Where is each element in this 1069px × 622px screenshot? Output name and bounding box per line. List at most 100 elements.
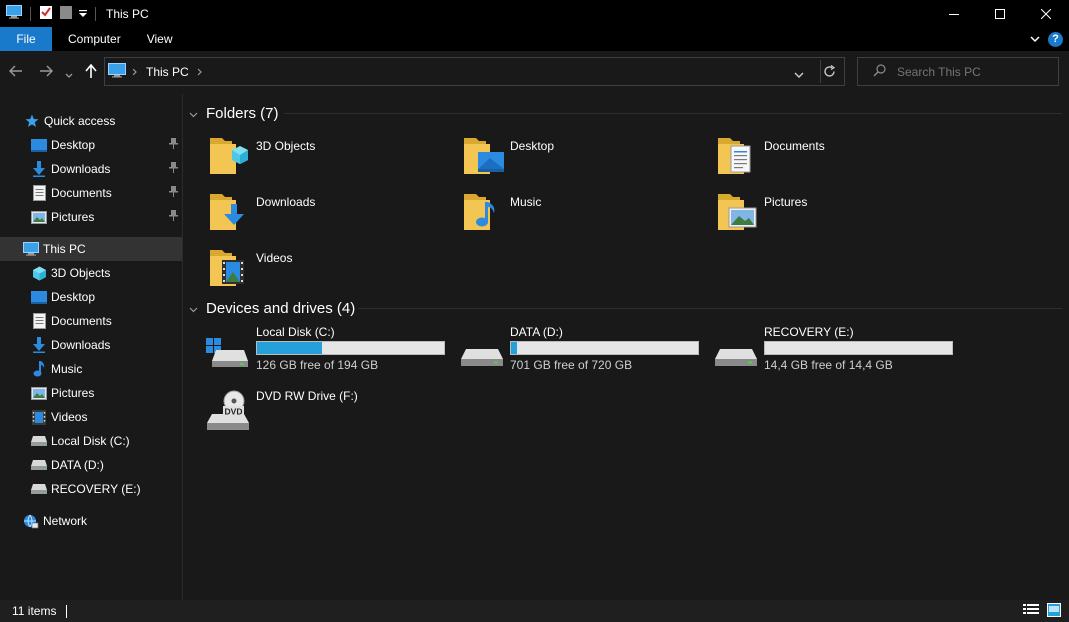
address-divider [820,60,821,83]
pin-icon[interactable] [169,162,178,176]
folder-tile[interactable]: Downloads [206,188,446,240]
this-pc-icon [108,62,126,81]
folder-tile[interactable]: Desktop [460,132,700,184]
help-button[interactable]: ? [1048,31,1063,47]
title-bar: This PC [0,0,1069,27]
sidebar-item-desktop-pinned[interactable]: Desktop [0,133,182,157]
address-history-chevron-icon[interactable] [794,68,804,82]
large-icons-view-icon[interactable] [1047,603,1061,620]
ribbon-tabs: File Computer View ? [0,27,1069,51]
content-pane: Folders (7) 3D Objects Desktop Documents… [184,94,1069,600]
drive-usage-bar [510,341,699,355]
downloads-icon [31,337,47,353]
up-arrow-icon[interactable] [84,63,98,82]
search-icon [873,63,886,80]
sidebar-item-documents-pinned[interactable]: Documents [0,181,182,205]
sidebar-item-pictures[interactable]: Pictures [0,381,182,405]
drive-free-space: 14,4 GB free of 14,4 GB [764,358,893,372]
sidebar-item-label: DATA (D:) [51,458,104,472]
this-pc-icon[interactable] [6,5,22,22]
expand-ribbon-icon[interactable] [1030,32,1040,46]
back-arrow-icon[interactable] [9,64,23,81]
tab-computer[interactable]: Computer [55,27,134,51]
sidebar-item-downloads[interactable]: Downloads [0,333,182,357]
toolbar-separator [95,6,96,21]
desktop-icon [31,289,47,305]
pictures-icon [31,385,47,401]
windows-drive-icon [206,327,254,375]
breadcrumb-separator-icon[interactable] [197,65,203,79]
sidebar-item-downloads-pinned[interactable]: Downloads [0,157,182,181]
drive-tile[interactable]: DVD DVD RW Drive (F:) [206,388,456,440]
details-view-icon[interactable] [1023,603,1039,620]
maximize-button[interactable] [977,0,1023,27]
sidebar-item-label: Desktop [51,138,96,152]
drive-tile[interactable]: DATA (D:) 701 GB free of 720 GB [460,325,710,377]
folder-tile[interactable]: Music [460,188,700,240]
desktop-icon [31,137,47,153]
drive-icon [31,433,47,449]
documents-icon [31,313,47,329]
pin-icon[interactable] [169,186,178,200]
folder-label: 3D Objects [256,139,316,153]
sidebar-item-label: Documents [51,314,112,328]
sidebar-item-documents[interactable]: Documents [0,309,182,333]
search-input[interactable] [897,64,1047,79]
breadcrumb-this-pc[interactable]: This PC [146,65,189,79]
tab-view[interactable]: View [134,27,186,51]
sidebar-item-3d-objects[interactable]: 3D Objects [0,261,182,285]
downloads-folder-icon [206,188,254,236]
chevron-down-icon[interactable] [189,105,199,122]
pictures-folder-icon [714,188,762,236]
drive-tile[interactable]: RECOVERY (E:) 14,4 GB free of 14,4 GB [714,325,964,377]
chevron-down-icon[interactable] [189,300,199,317]
minimize-button[interactable] [931,0,977,27]
tab-file[interactable]: File [0,27,52,51]
folders-group-header[interactable]: Folders (7) [189,102,279,124]
drives-group-header[interactable]: Devices and drives (4) [189,297,355,319]
downloads-icon [31,161,47,177]
new-folder-icon[interactable] [59,5,73,23]
sidebar-item-label: RECOVERY (E:) [51,482,141,496]
sidebar-item-pictures-pinned[interactable]: Pictures [0,205,182,229]
sidebar-item-label: Documents [51,186,112,200]
forward-arrow-icon[interactable] [39,64,53,81]
videos-folder-icon [206,244,254,292]
sidebar-item-label: Downloads [51,338,111,352]
recent-locations-chevron-icon[interactable] [65,68,73,82]
star-icon [24,113,40,129]
window-title: This PC [106,6,149,21]
desktop-folder-icon [460,132,508,180]
refresh-icon[interactable] [823,65,836,81]
folder-tile[interactable]: Pictures [714,188,954,240]
sidebar-item-desktop[interactable]: Desktop [0,285,182,309]
dvd-drive-icon: DVD [206,390,254,438]
drive-icon [460,327,508,375]
pane-divider[interactable] [182,94,183,600]
folder-tile[interactable]: Documents [714,132,954,184]
status-separator [66,604,68,618]
sidebar-item-network[interactable]: Network [0,509,182,533]
sidebar-item-label: Music [51,362,83,376]
folder-label: Music [510,195,542,209]
close-button[interactable] [1023,0,1069,27]
sidebar-item-data-d[interactable]: DATA (D:) [0,453,182,477]
sidebar-item-this-pc[interactable]: This PC [0,237,182,261]
drive-usage-fill [511,342,517,354]
customize-toolbar-icon[interactable] [79,7,87,21]
sidebar-item-quick-access[interactable]: Quick access [0,109,182,133]
drive-tile[interactable]: Local Disk (C:) 126 GB free of 194 GB [206,325,456,377]
pin-icon[interactable] [169,210,178,224]
sidebar-item-music[interactable]: Music [0,357,182,381]
sidebar-item-local-disk-c[interactable]: Local Disk (C:) [0,429,182,453]
folder-tile[interactable]: 3D Objects [206,132,446,184]
sidebar-item-videos[interactable]: Videos [0,405,182,429]
breadcrumb-separator-icon[interactable] [132,65,138,79]
sidebar-item-recovery-e[interactable]: RECOVERY (E:) [0,477,182,501]
folder-tile[interactable]: Videos [206,244,446,296]
pin-icon[interactable] [169,138,178,152]
address-bar[interactable]: This PC [104,57,845,86]
drive-free-space: 701 GB free of 720 GB [510,358,633,372]
search-box[interactable] [857,57,1059,86]
properties-icon[interactable] [39,5,53,23]
